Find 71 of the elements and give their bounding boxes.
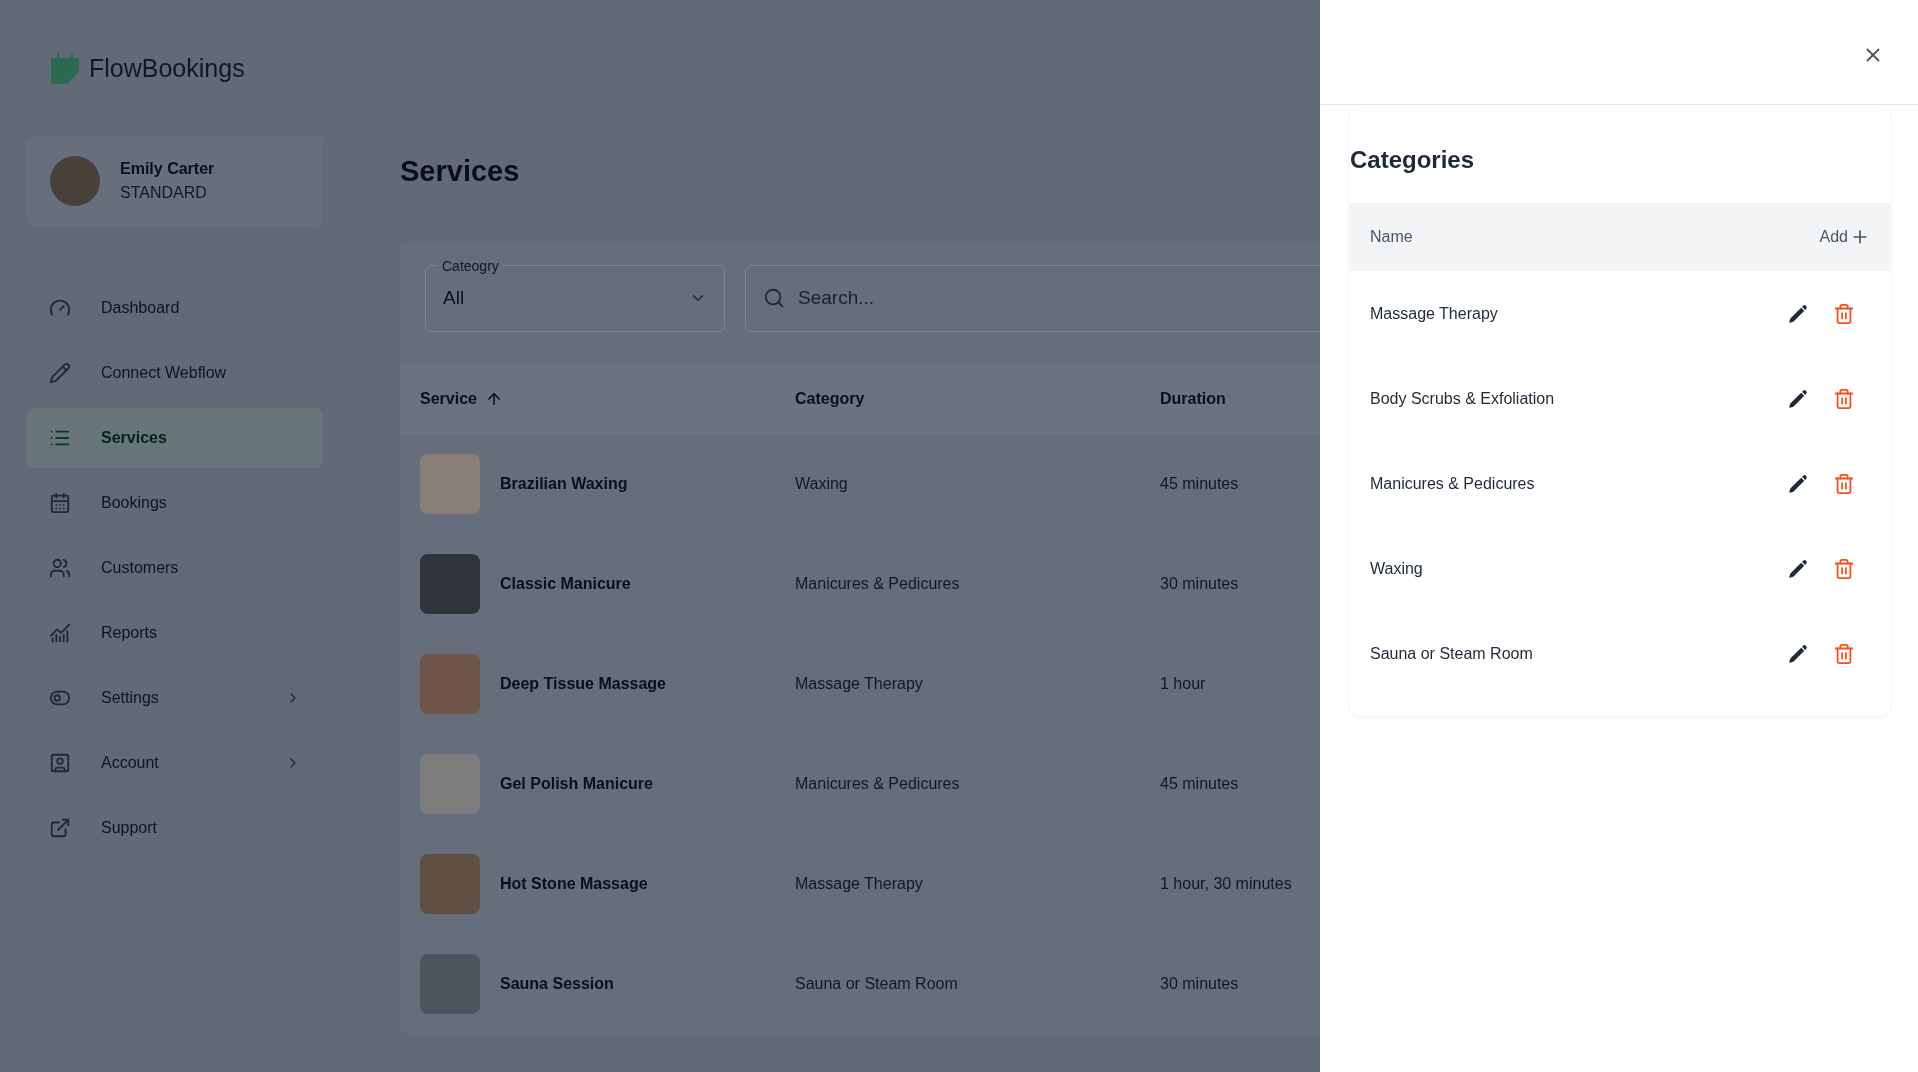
nav-item[interactable]: Reports <box>27 602 323 663</box>
delete-button[interactable] <box>1833 387 1855 410</box>
page-title: Services <box>400 154 520 189</box>
trash-icon <box>1833 642 1855 665</box>
delete-button[interactable] <box>1833 472 1855 495</box>
edit-button[interactable] <box>1788 643 1808 664</box>
users-icon <box>49 556 71 579</box>
pencil-icon <box>1788 643 1808 664</box>
user-plan: STANDARD <box>120 182 208 203</box>
delete-button[interactable] <box>1833 642 1855 665</box>
table-cell: 45 minutes <box>1160 774 1239 792</box>
pencil-icon <box>1788 473 1808 494</box>
user-name: Emily Carter <box>120 158 215 179</box>
category-name: Manicures & Pedicures <box>1370 473 1536 494</box>
edit-button[interactable] <box>1788 388 1808 409</box>
trash-icon <box>1833 557 1855 580</box>
table-cell: Massage Therapy <box>795 674 923 692</box>
nav-item[interactable]: Support <box>27 797 323 858</box>
chart-icon <box>49 621 71 644</box>
edit-button[interactable] <box>1788 303 1808 324</box>
service-name: Deep Tissue Massage <box>500 673 666 694</box>
edit-button[interactable] <box>1788 473 1808 494</box>
pencil-icon <box>1788 303 1808 324</box>
column-header[interactable]: Service <box>420 386 503 411</box>
nav-item[interactable]: Services <box>27 407 323 468</box>
service-name: Sauna Session <box>500 973 614 994</box>
avatar <box>50 155 100 206</box>
add-button[interactable]: Add <box>1819 225 1870 249</box>
nav-item[interactable]: Settings <box>27 667 323 728</box>
nav-item[interactable]: Account <box>27 732 323 793</box>
column-header[interactable]: Category <box>795 386 865 411</box>
calendar-icon <box>49 491 71 514</box>
edit-button[interactable] <box>1788 558 1808 579</box>
brand-name: FlowBookings <box>89 53 245 84</box>
search-icon <box>763 286 785 309</box>
trash-icon <box>1833 302 1855 325</box>
table-cell: 30 minutes <box>1160 574 1239 592</box>
trash-icon <box>1833 387 1855 410</box>
pencil-icon <box>49 361 71 384</box>
category-name: Massage Therapy <box>1370 303 1499 324</box>
user-icon <box>49 751 71 774</box>
delete-button[interactable] <box>1833 302 1855 325</box>
table-cell: 30 minutes <box>1160 974 1239 992</box>
service-name: Hot Stone Massage <box>500 873 648 894</box>
category-name: Body Scrubs & Exfoliation <box>1370 388 1556 409</box>
column-header: Name <box>1370 227 1413 247</box>
table-cell: Manicures & Pedicures <box>795 574 960 592</box>
pencil-icon <box>1788 558 1808 579</box>
drawer-title: Categories <box>1350 145 1475 175</box>
delete-button[interactable] <box>1833 557 1855 580</box>
service-name: Classic Manicure <box>500 573 631 594</box>
nav-item[interactable]: Customers <box>27 537 323 598</box>
table-cell: Massage Therapy <box>795 874 923 892</box>
nav-item[interactable]: Bookings <box>27 472 323 533</box>
category-name: Sauna or Steam Room <box>1370 643 1534 664</box>
service-name: Brazilian Waxing <box>500 473 628 494</box>
table-cell: 1 hour, 30 minutes <box>1160 874 1292 892</box>
table-cell: Sauna or Steam Room <box>795 974 958 992</box>
table-cell: Waxing <box>795 474 848 492</box>
service-name: Gel Polish Manicure <box>500 773 653 794</box>
table-cell: 1 hour <box>1160 674 1206 692</box>
table-cell: 45 minutes <box>1160 474 1239 492</box>
category-name: Waxing <box>1370 558 1424 579</box>
pencil-icon <box>1788 388 1808 409</box>
column-header[interactable]: Duration <box>1160 386 1226 411</box>
external-link-icon <box>49 816 71 839</box>
table-cell: Manicures & Pedicures <box>795 774 960 792</box>
trash-icon <box>1833 472 1855 495</box>
nav-item[interactable]: Connect Webflow <box>27 342 323 403</box>
nav-item[interactable]: Dashboard <box>27 277 323 338</box>
logo-icon <box>49 51 81 86</box>
